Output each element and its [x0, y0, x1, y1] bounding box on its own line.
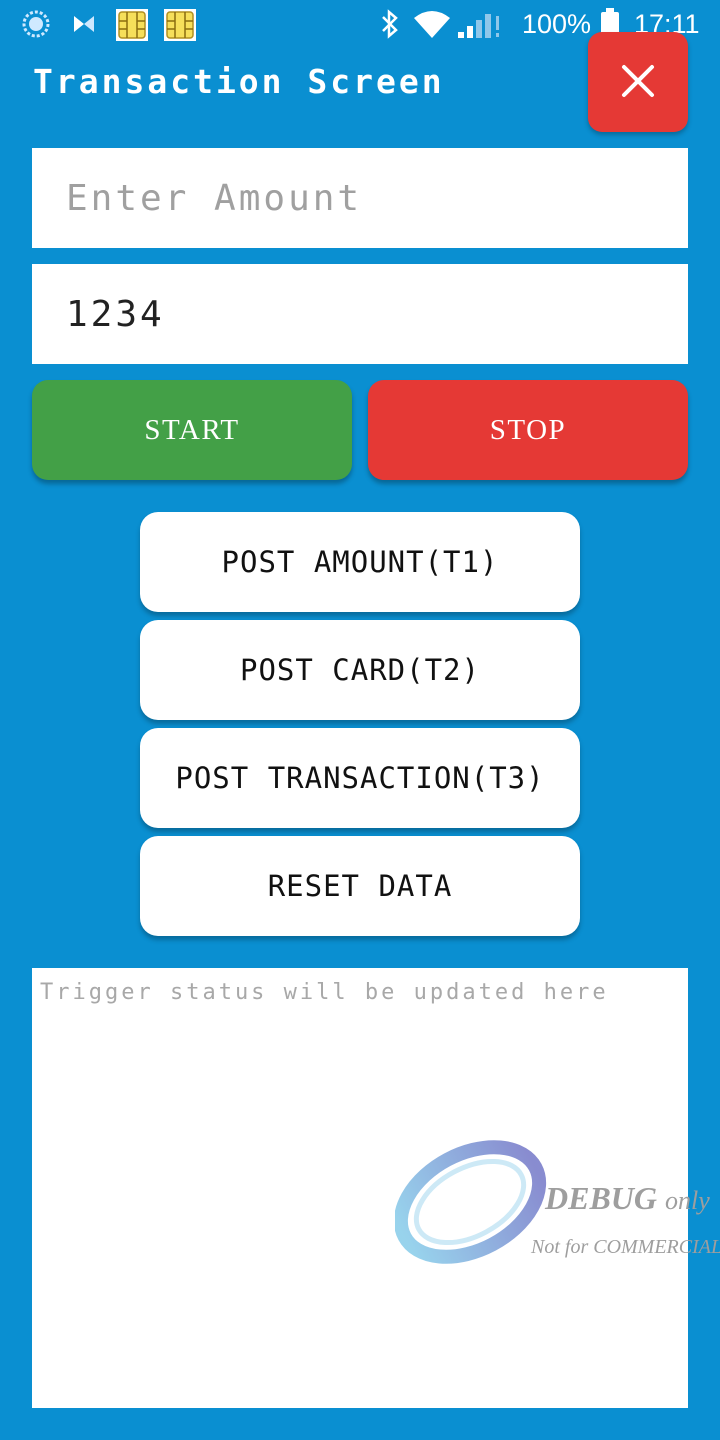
post-amount-label: POST AMOUNT(T1) — [221, 545, 499, 579]
cellular-signal-icon — [456, 10, 504, 43]
post-transaction-button[interactable]: POST TRANSACTION(T3) — [140, 728, 580, 828]
bluetooth-icon — [378, 9, 402, 44]
close-button[interactable] — [588, 32, 688, 132]
start-button-label: START — [144, 413, 240, 446]
watermark-debug-text: DEBUG only — [545, 1180, 710, 1216]
post-card-button[interactable]: POST CARD(T2) — [140, 620, 580, 720]
reset-data-button[interactable]: RESET DATA — [140, 836, 580, 936]
start-button[interactable]: START — [32, 380, 352, 480]
loading-icon — [22, 10, 50, 43]
post-transaction-label: POST TRANSACTION(T3) — [175, 761, 545, 795]
sim-card-icon — [115, 8, 149, 47]
amount-input[interactable]: Enter Amount — [32, 148, 688, 248]
wifi-icon — [412, 10, 452, 43]
stop-button[interactable]: STOP — [368, 380, 688, 480]
trigger-status-text: Trigger status will be updated here — [40, 980, 609, 1005]
app-notification-icon — [72, 12, 96, 41]
post-amount-button[interactable]: POST AMOUNT(T1) — [140, 512, 580, 612]
amount-value-field[interactable]: 1234 — [32, 264, 688, 364]
amount-value-text: 1234 — [66, 293, 165, 335]
watermark-subtext: Not for COMMERCIAL — [531, 1236, 720, 1258]
debug-watermark: DEBUG only Not for COMMERCIAL — [395, 1140, 720, 1270]
close-icon — [620, 63, 656, 102]
stop-button-label: STOP — [489, 413, 567, 446]
page-title: Transaction Screen — [33, 62, 445, 101]
reset-data-label: RESET DATA — [267, 869, 453, 903]
battery-percent: 100% — [522, 9, 592, 39]
post-card-label: POST CARD(T2) — [240, 653, 480, 687]
sim-card-icon — [163, 8, 197, 47]
amount-input-placeholder: Enter Amount — [66, 177, 363, 219]
